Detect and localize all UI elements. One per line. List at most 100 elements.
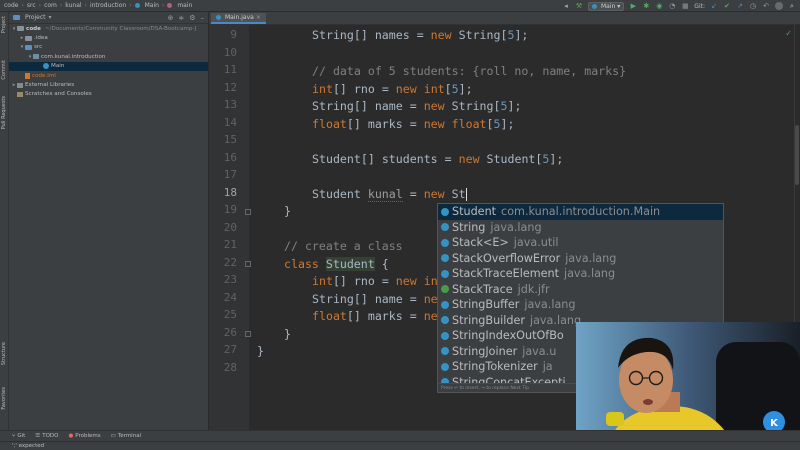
project-tool-tab[interactable]: Project [1, 16, 7, 33]
run-icon[interactable]: ▶ [629, 2, 637, 10]
code-line-22: class Student { [284, 256, 389, 271]
completion-item[interactable]: Stack<E> java.util [438, 235, 723, 251]
class-icon [216, 15, 221, 20]
breadcrumb-code[interactable]: code [4, 2, 18, 9]
breadcrumb-main-class[interactable]: Main [145, 2, 159, 9]
back-icon[interactable]: ◂ [562, 2, 570, 10]
code-line-21-comment: // create a class [284, 239, 403, 253]
tree-item-scratches[interactable]: Scratches and Consoles [9, 90, 208, 99]
code-line-18-current[interactable]: Student kunal = new St [312, 186, 467, 203]
class-icon [441, 331, 449, 340]
structure-tool-tab[interactable]: Structure [1, 342, 7, 365]
tree-item-label: .idea [34, 35, 48, 42]
completion-item[interactable]: StackTraceElement java.lang [438, 266, 723, 282]
tree-item-label: src [34, 44, 43, 51]
tree-item-idea[interactable]: ▸ .idea [9, 33, 208, 42]
status-message: ';' expected [12, 443, 45, 449]
tree-item-iml[interactable]: code.iml [9, 71, 208, 80]
method-icon [167, 3, 173, 8]
tab-label: Main.java [225, 14, 254, 21]
chevron-down-icon: ▾ [617, 2, 621, 10]
close-icon[interactable]: × [256, 14, 261, 21]
rollback-icon[interactable]: ↶ [762, 2, 770, 10]
scroll-thumb[interactable] [795, 125, 799, 185]
tree-item-label: code [26, 25, 41, 32]
class-icon [441, 223, 449, 232]
breadcrumb-introduction[interactable]: introduction [90, 2, 126, 9]
tree-item-package[interactable]: ▾ com.kunal.introduction [9, 52, 208, 61]
package-icon [33, 54, 39, 60]
stop-icon[interactable]: ■ [681, 2, 689, 10]
history-icon[interactable]: ◷ [749, 2, 757, 10]
line-number: 13 [223, 98, 237, 111]
folder-icon [17, 26, 24, 32]
completion-item[interactable]: Student com.kunal.introduction.Main [438, 204, 723, 220]
text-caret [465, 187, 467, 201]
run-config-label: Main [600, 2, 616, 10]
line-number: 10 [223, 45, 237, 59]
run-configuration-select[interactable]: Main ▾ [587, 1, 625, 11]
project-panel-title[interactable]: Project [25, 14, 46, 21]
fold-marker-icon[interactable] [245, 331, 251, 337]
svg-text:K: K [770, 418, 779, 429]
run-config-icon [591, 3, 597, 9]
git-tool-button[interactable]: ⑂ Git [12, 433, 25, 439]
favorites-tool-tab[interactable]: Favorites [1, 387, 7, 410]
git-update-icon[interactable]: ↙ [710, 2, 718, 10]
avatar[interactable] [775, 2, 783, 10]
source-folder-icon [25, 44, 32, 50]
search-icon[interactable]: ⌕ [788, 2, 796, 10]
scratches-icon [17, 91, 23, 97]
expand-icon[interactable]: ≑ [178, 14, 184, 22]
gear-icon[interactable]: ⚙ [189, 14, 195, 22]
line-number: 26 [223, 325, 237, 339]
completion-item[interactable]: String java.lang [438, 220, 723, 236]
tree-item-external-libraries[interactable]: ▸ External Libraries [9, 80, 208, 89]
code-line-12: int[] rno = new int[5]; [312, 81, 473, 96]
line-number: 15 [223, 133, 237, 146]
code-line-27: } [257, 344, 264, 358]
line-number: 11 [223, 63, 237, 76]
debug-icon[interactable]: ✱ [642, 2, 650, 10]
code-line-13: String[] name = new String[5]; [312, 99, 522, 113]
breadcrumb-main-method[interactable]: main [177, 2, 192, 9]
chevron-down-icon[interactable]: ▾ [49, 14, 52, 21]
profile-icon[interactable]: ◔ [668, 2, 676, 10]
pull-requests-tool-tab[interactable]: Pull Requests [1, 96, 7, 129]
problems-tool-button[interactable]: ● Problems [68, 433, 100, 439]
build-hammer-icon[interactable]: ⚒ [575, 2, 583, 10]
tab-main-java[interactable]: Main.java × [211, 13, 266, 24]
todo-tool-button[interactable]: ☰ TODO [35, 433, 58, 439]
class-icon [441, 254, 449, 263]
tool-window-bar: ⑂ Git ☰ TODO ● Problems ▭ Terminal [0, 430, 800, 441]
fold-marker-icon[interactable] [245, 261, 251, 267]
project-panel: Project ▾ ⊕ ≑ ⚙ – ▾ code ~/Documents/Com… [9, 12, 209, 430]
minimize-icon[interactable]: – [201, 14, 205, 22]
navigation-bar: code › src › com › kunal › introduction › Mai… [0, 0, 800, 12]
tree-item-src[interactable]: ▾ src [9, 43, 208, 52]
class-icon [441, 238, 449, 247]
code-line-9: String[] names = new String[5]; [312, 28, 529, 42]
fold-marker-icon[interactable] [245, 209, 251, 215]
completion-item[interactable]: StackTrace jdk.jfr [438, 282, 723, 298]
git-push-icon[interactable]: ↗ [736, 2, 744, 10]
tree-item-main[interactable]: Main [9, 61, 208, 71]
code-line-25: float[] marks = ne [312, 309, 438, 323]
line-number: 21 [223, 238, 237, 251]
tree-item-code[interactable]: ▾ code ~/Documents/Community Classroom/D… [9, 24, 208, 33]
breadcrumb-src[interactable]: src [27, 2, 36, 9]
commit-tool-tab[interactable]: Commit [1, 60, 7, 80]
line-number: 24 [223, 290, 237, 304]
completion-item[interactable]: StringBuffer java.lang [438, 297, 723, 313]
terminal-tool-button[interactable]: ▭ Terminal [111, 433, 141, 439]
tree-item-label: Main [51, 63, 65, 70]
breadcrumb-com[interactable]: com [44, 2, 57, 9]
completion-item[interactable]: StackOverflowError java.lang [438, 251, 723, 267]
git-commit-icon[interactable]: ✔ [723, 2, 731, 10]
code-line-16: Student[] students = new Student[5]; [312, 151, 564, 166]
inspection-ok-icon[interactable]: ✓ [785, 29, 792, 38]
breadcrumb-kunal[interactable]: kunal [65, 2, 81, 9]
coverage-icon[interactable]: ◉ [655, 2, 663, 10]
class-icon [134, 3, 140, 8]
collapse-all-icon[interactable]: ⊕ [167, 14, 173, 22]
